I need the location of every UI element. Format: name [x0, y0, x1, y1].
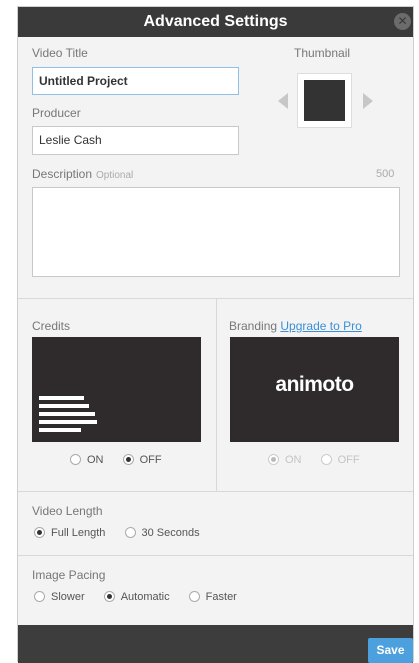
advanced-settings-dialog: Advanced Settings ✕ Video Title Untitled…	[17, 6, 414, 663]
automatic-option[interactable]: Automatic	[103, 591, 170, 603]
radio-icon[interactable]	[188, 591, 200, 602]
description-label-text: Description	[32, 167, 93, 181]
animoto-logo: animoto	[275, 373, 354, 396]
video-length-label: Video Length	[32, 504, 103, 518]
thumbnail-prev-icon[interactable]	[278, 93, 288, 109]
description-optional-text: Optional	[96, 170, 134, 181]
video-title-label: Video Title	[32, 46, 88, 60]
description-char-limit: 500	[376, 168, 395, 180]
producer-input[interactable]: Leslie Cash	[32, 126, 239, 155]
faster-option[interactable]: Faster	[188, 591, 237, 603]
image-pacing-options: Slower Automatic Faster	[34, 591, 253, 603]
radio-checked-icon[interactable]	[122, 454, 134, 465]
close-icon[interactable]: ✕	[394, 13, 411, 30]
credits-on-option[interactable]: ON	[70, 454, 104, 466]
slower-option[interactable]: Slower	[34, 591, 85, 603]
dialog-footer: Save	[18, 625, 413, 663]
dialog-title: Advanced Settings	[143, 13, 288, 30]
video-length-options: Full Length 30 Seconds	[34, 527, 216, 539]
save-button[interactable]: Save	[368, 638, 413, 663]
branding-label-text: Branding	[229, 319, 278, 333]
radio-checked-icon[interactable]	[34, 527, 45, 538]
divider	[18, 555, 413, 556]
branding-on-option: ON	[268, 454, 302, 466]
credits-off-option[interactable]: OFF	[122, 454, 162, 466]
credits-label: Credits	[32, 319, 71, 333]
description-textarea[interactable]	[32, 187, 400, 277]
thumbnail-preview[interactable]	[297, 73, 352, 128]
upgrade-to-pro-link[interactable]: Upgrade to Pro	[280, 319, 361, 333]
30-seconds-option[interactable]: 30 Seconds	[124, 527, 200, 539]
radio-icon[interactable]	[124, 527, 136, 538]
producer-label: Producer	[32, 106, 81, 120]
credits-toggle: ON OFF	[70, 454, 178, 466]
radio-checked-icon[interactable]	[103, 591, 115, 602]
full-length-option[interactable]: Full Length	[34, 527, 105, 539]
radio-checked-icon	[268, 454, 279, 465]
radio-icon	[320, 454, 332, 465]
divider	[18, 491, 413, 492]
thumbnail-label: Thumbnail	[294, 46, 351, 60]
credits-preview	[32, 337, 201, 442]
branding-toggle: ON OFF	[268, 454, 376, 466]
radio-icon[interactable]	[70, 454, 81, 465]
branding-off-option: OFF	[320, 454, 360, 466]
dialog-titlebar: Advanced Settings ✕	[18, 7, 413, 37]
video-title-input[interactable]: Untitled Project	[32, 67, 239, 95]
radio-icon[interactable]	[34, 591, 45, 602]
branding-label: Branding Upgrade to Pro	[229, 319, 362, 333]
thumbnail-next-icon[interactable]	[363, 93, 373, 109]
image-pacing-label: Image Pacing	[32, 568, 106, 582]
branding-preview: animoto	[230, 337, 399, 442]
description-label: Description Optional	[32, 167, 133, 181]
thumbnail-image	[304, 80, 345, 121]
divider	[216, 298, 217, 491]
